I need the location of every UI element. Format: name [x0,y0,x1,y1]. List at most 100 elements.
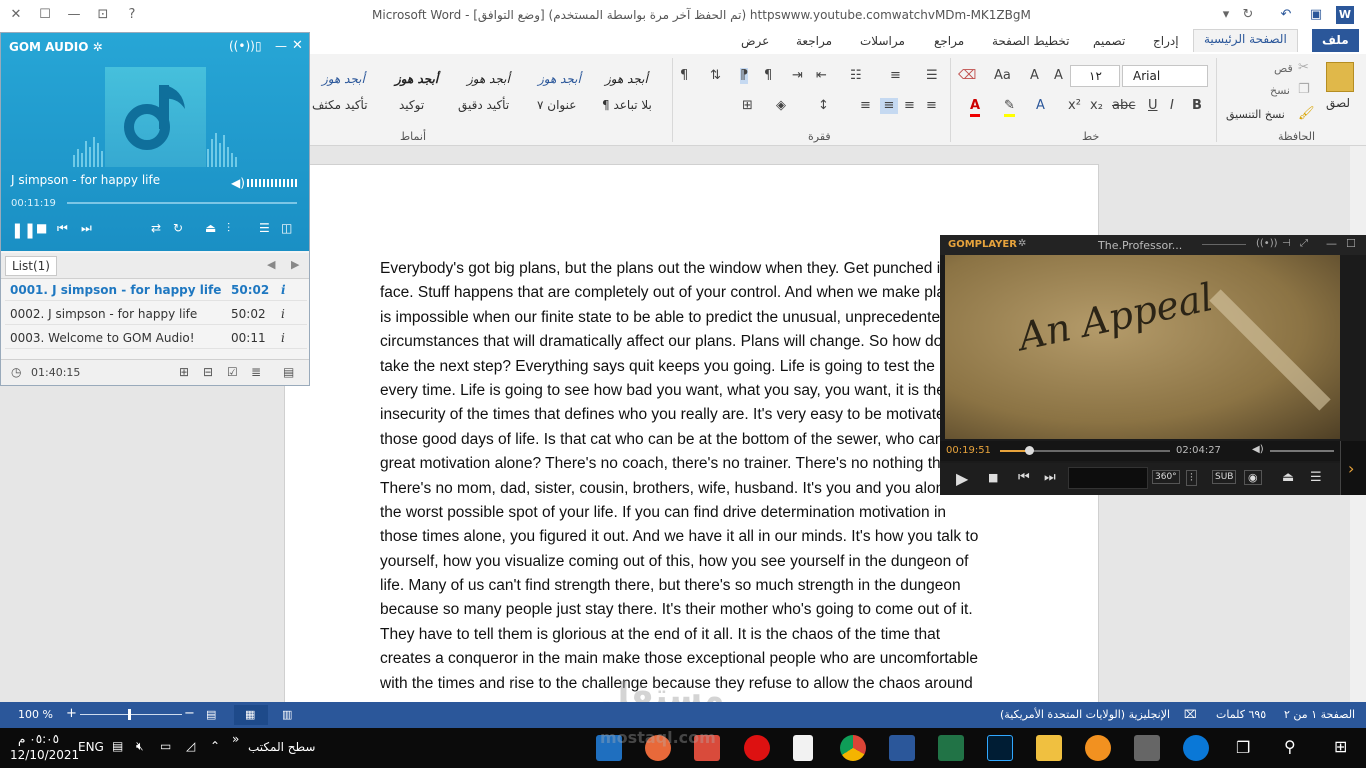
shading-icon[interactable]: ◈ [776,98,786,114]
fullscreen-icon[interactable]: ⤢ [1300,238,1308,249]
playlist-item[interactable]: 0003. Welcome to GOM Audio! 00:11 i [5,327,307,349]
edge-taskbar-icon[interactable] [1183,735,1209,761]
video-frame[interactable]: An Appeal [945,255,1340,439]
volume-mute-icon[interactable]: 🔇︎ [136,739,144,754]
seek-bar[interactable] [67,202,297,204]
customize-qat-icon[interactable]: ▾ [1218,7,1234,23]
paste-button[interactable]: لصق [1326,96,1350,110]
store-taskbar-icon[interactable] [1134,735,1160,761]
numbering-icon[interactable]: ≡ [890,68,901,84]
eject-icon[interactable]: ⏏ [1282,470,1294,485]
stop-icon[interactable]: ■ [36,221,47,235]
word-taskbar-icon[interactable] [889,735,915,761]
document-text[interactable]: Everybody's got big plans, but the plans… [380,257,1020,696]
font-color-icon[interactable]: A [970,98,981,117]
playlist-item[interactable]: 0001. J simpson - for happy life 50:02 i [5,279,307,301]
playlist-tab[interactable]: List(1) [5,256,57,276]
play-icon[interactable]: ▶ [956,469,968,488]
underline-icon[interactable]: U [1148,98,1158,114]
sort-icon[interactable]: ⇅ [710,68,721,84]
shuffle-icon[interactable]: ⇄ [151,221,161,235]
file-explorer-taskbar-icon[interactable] [1036,735,1062,761]
grow-font-icon[interactable]: A [1054,68,1063,84]
borders-icon[interactable]: ⊞ [742,98,753,114]
equalizer-icon[interactable]: ⫶ [227,221,230,236]
help-icon[interactable]: ? [124,7,140,23]
zoom-thumb[interactable] [128,709,131,720]
playlist-item[interactable]: 0002. J simpson - for happy life 50:02 i [5,303,307,325]
text-effects-icon[interactable]: A [1036,98,1045,114]
zoom-out-icon[interactable]: − [184,706,195,721]
opera-taskbar-icon[interactable] [744,735,770,761]
battery-icon[interactable]: ▭ [160,739,171,753]
shrink-font-icon[interactable]: A [1030,68,1039,84]
clock-date[interactable]: 12/10/2021 [10,748,79,762]
chrome-taskbar-icon[interactable] [840,735,866,761]
font-name-box[interactable]: Arial [1122,65,1208,87]
center-icon[interactable]: ≡ [904,98,915,114]
close-icon[interactable]: ✕ [8,7,24,23]
line-spacing-icon[interactable]: ↕ [818,98,829,114]
settings-gear-icon[interactable]: ✲ [93,40,103,54]
style-intense-emphasis[interactable]: تأكيد مكثف [312,98,368,112]
paste-icon[interactable] [1326,62,1354,92]
close-icon[interactable]: ✕ [292,38,303,53]
tab-insert[interactable]: إدراج [1153,34,1179,48]
broadcast-icon[interactable]: ((•)) [1256,238,1278,249]
stop-icon[interactable]: ■ [988,471,998,484]
undo-icon[interactable]: ↶ [1278,7,1294,23]
playlist-toggle[interactable]: › [1340,441,1366,495]
desktop-toolbar-chevron-icon[interactable]: » [232,732,239,746]
select-icon[interactable]: ☑ [227,365,238,379]
justify-icon[interactable]: ≡ [860,98,871,114]
ltr-icon[interactable]: ¶ [764,68,772,84]
rtl-icon[interactable]: ⁋ [740,68,749,84]
superscript-icon[interactable]: x² [1068,98,1081,114]
align-left-icon[interactable]: ≡ [926,98,937,114]
bold-icon[interactable]: B [1192,98,1202,114]
zoom-level[interactable]: 100 % [18,708,53,721]
zoom-slider[interactable] [80,714,182,715]
pause-icon[interactable]: ❚❚ [11,221,36,239]
capture-icon[interactable]: ◉ [1244,470,1262,485]
style-emphasis[interactable]: توكيد [399,98,424,112]
settings-gear-icon[interactable]: ✲ [1018,238,1026,249]
notification-icon[interactable]: ▤ [112,739,123,753]
word-count[interactable]: ٦٩٥ كلمات [1216,708,1266,721]
eject-icon[interactable]: ⏏ [205,221,216,235]
read-mode-icon[interactable]: ▥ [282,708,292,721]
repeat-icon[interactable]: ↻ [173,221,183,235]
zoom-in-icon[interactable]: + [66,706,77,721]
clock-time[interactable]: ٠٥:٠٥ م [18,732,59,746]
excel-taskbar-icon[interactable] [938,735,964,761]
tab-references[interactable]: مراجع [934,34,964,48]
style-no-spacing[interactable]: ¶ بلا تباعد [602,98,652,112]
style-subtle-emphasis[interactable]: تأكيد دقيق [458,98,509,112]
info-icon[interactable]: i [281,283,286,297]
change-case-icon[interactable]: Aa [994,68,1011,84]
pin-icon[interactable]: ⊣ [1282,238,1291,249]
align-right-icon[interactable]: ≡ [880,98,898,114]
volume-icon[interactable]: ◀) [231,176,245,190]
next-icon[interactable]: ⏭ [1044,470,1056,485]
multilevel-list-icon[interactable]: ☷ [850,68,862,84]
seek-handle[interactable] [1025,446,1034,455]
add-file-icon[interactable]: ⊞ [179,365,189,379]
tab-design[interactable]: تصميم [1093,34,1125,48]
subscript-icon[interactable]: x₂ [1090,98,1103,114]
minimize-icon[interactable]: — [1326,237,1337,250]
task-view-icon[interactable]: ❐ [1236,738,1250,757]
input-language[interactable]: ENG [78,740,104,754]
copy-button[interactable]: نسخ [1270,84,1290,97]
info-icon[interactable]: i [281,331,285,345]
broadcast-icon[interactable]: ((•)) [229,39,255,53]
control-panel-icon[interactable]: ⫶ [1186,470,1197,486]
italic-icon[interactable]: I [1170,98,1174,114]
ribbon-display-icon[interactable]: ⊡ [95,7,111,23]
file-taskbar-icon[interactable] [793,735,813,761]
prev-list-icon[interactable]: ◀ [267,258,275,271]
maximize-icon[interactable]: ☐ [1346,237,1356,250]
bullets-icon[interactable]: ☰ [926,68,938,84]
highlight-icon[interactable]: ✎ [1004,98,1015,117]
menu-icon[interactable]: ☰ [259,221,270,235]
